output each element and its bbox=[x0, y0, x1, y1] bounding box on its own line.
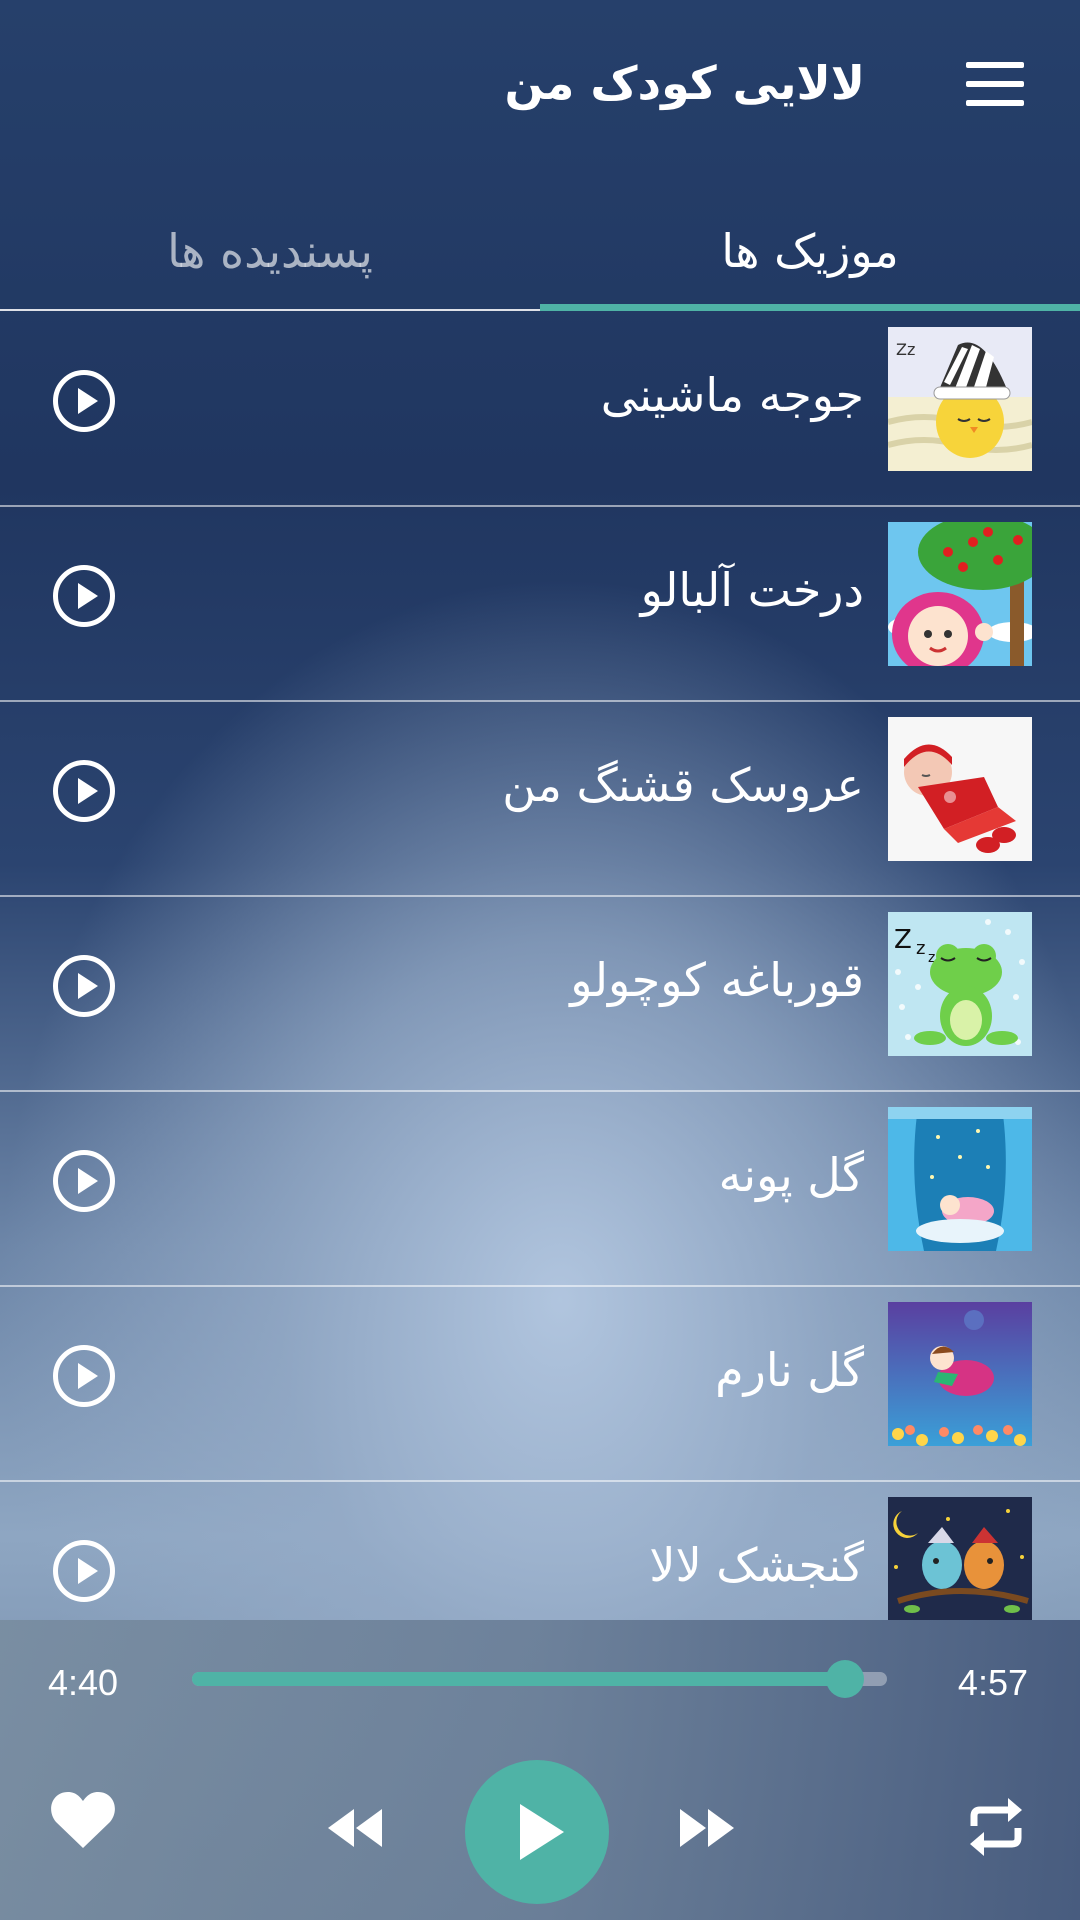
app-title: لالایی کودک من bbox=[504, 56, 865, 110]
song-row[interactable]: Z z z قورباغه کوچولو bbox=[0, 897, 1080, 1092]
total-time: 4:57 bbox=[957, 1662, 1028, 1703]
svg-text:Z: Z bbox=[894, 925, 912, 955]
baby-doll-red-dress-image bbox=[888, 717, 1032, 861]
play-circle-icon[interactable] bbox=[53, 1540, 115, 1602]
seek-knob[interactable] bbox=[826, 1660, 865, 1698]
elapsed-time: 4:40 bbox=[48, 1662, 119, 1703]
song-title: عروسک قشنگ من bbox=[502, 758, 864, 812]
repeat-icon[interactable] bbox=[968, 1798, 1024, 1856]
song-row[interactable]: Zz جوجه ماشینی bbox=[0, 312, 1080, 507]
song-title: جوجه ماشینی bbox=[600, 368, 864, 422]
song-title: گنجشک لالا bbox=[649, 1538, 864, 1592]
song-row[interactable]: عروسک قشنگ من bbox=[0, 702, 1080, 897]
app-root: لالایی کودک من پسندیده ها موزیک ها Zz جو… bbox=[0, 0, 1080, 1920]
song-title: درخت آلبالو bbox=[640, 563, 864, 617]
boy-on-crescent-moon-image bbox=[888, 1302, 1032, 1446]
tab-favorites[interactable]: پسندیده ها bbox=[0, 190, 540, 312]
sleeping-chick-image: Zz bbox=[888, 327, 1032, 471]
seek-progress bbox=[192, 1672, 846, 1686]
fast-forward-icon[interactable] bbox=[678, 1809, 734, 1847]
play-circle-icon[interactable] bbox=[53, 955, 115, 1017]
song-row[interactable]: گل پونه bbox=[0, 1092, 1080, 1287]
hamburger-menu-icon[interactable] bbox=[966, 62, 1024, 106]
song-title: گل نارم bbox=[715, 1343, 864, 1397]
app-header: لالایی کودک من bbox=[0, 0, 1080, 170]
rewind-icon[interactable] bbox=[328, 1809, 384, 1847]
song-row[interactable]: گل نارم bbox=[0, 1287, 1080, 1482]
song-list[interactable]: Zz جوجه ماشینی درخت آلبالو عروسک قشنگ من… bbox=[0, 312, 1080, 1620]
song-row[interactable]: درخت آلبالو bbox=[0, 507, 1080, 702]
song-title: قورباغه کوچولو bbox=[570, 953, 864, 1007]
svg-text:Zz: Zz bbox=[896, 340, 915, 359]
song-row[interactable]: گنجشک لالا bbox=[0, 1482, 1080, 1620]
play-circle-icon[interactable] bbox=[53, 1345, 115, 1407]
heart-icon[interactable] bbox=[50, 1790, 116, 1850]
girl-cherry-tree-image bbox=[888, 522, 1032, 666]
play-circle-icon[interactable] bbox=[53, 760, 115, 822]
active-tab-indicator bbox=[540, 304, 1080, 311]
play-circle-icon[interactable] bbox=[53, 370, 115, 432]
svg-text:z: z bbox=[916, 938, 925, 959]
tab-bar: پسندیده ها موزیک ها bbox=[0, 190, 1080, 312]
play-circle-icon[interactable] bbox=[53, 1150, 115, 1212]
two-birds-night-image bbox=[888, 1497, 1032, 1620]
player-bar: 4:40 4:57 bbox=[0, 1620, 1080, 1920]
tab-music[interactable]: موزیک ها bbox=[540, 190, 1080, 312]
song-title: گل پونه bbox=[718, 1148, 864, 1202]
sleeping-frog-image: Z z z bbox=[888, 912, 1032, 1056]
play-circle-icon[interactable] bbox=[53, 565, 115, 627]
seek-bar[interactable] bbox=[192, 1660, 887, 1698]
play-icon[interactable] bbox=[465, 1760, 609, 1904]
baby-on-moon-curtains-image bbox=[888, 1107, 1032, 1251]
